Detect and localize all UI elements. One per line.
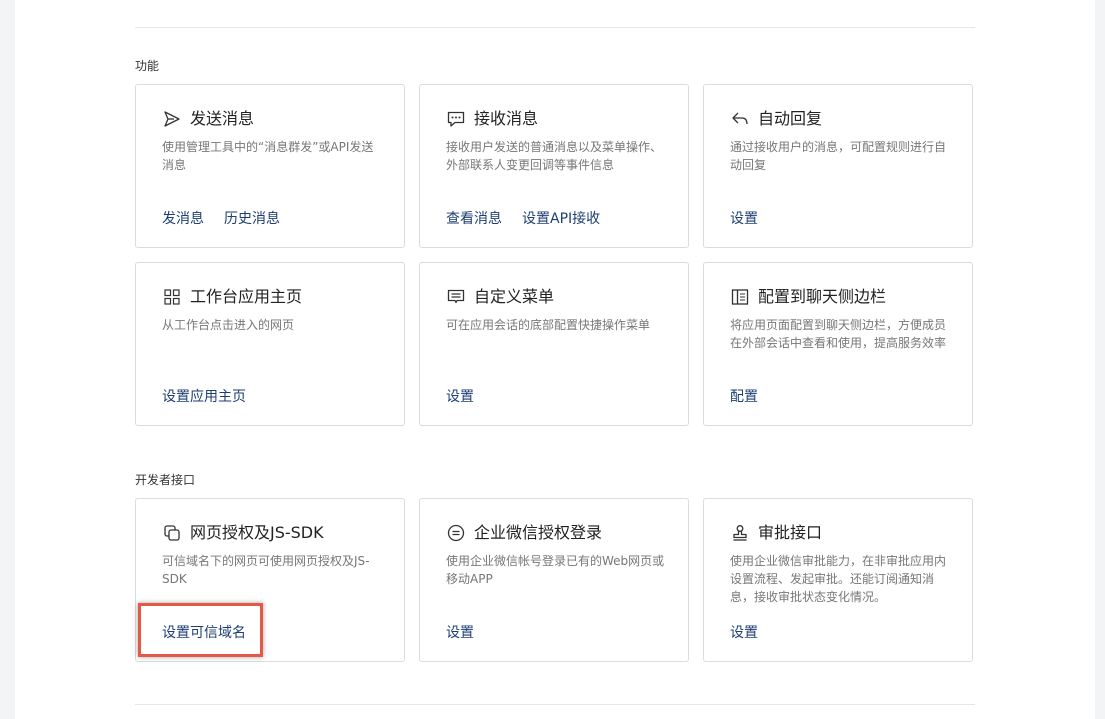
chat-bubble-icon (446, 109, 466, 129)
view-messages-link[interactable]: 查看消息 (446, 210, 502, 228)
card-wecom-oauth-login: 企业微信授权登录 使用企业微信帐号登录已有的Web网页或移动APP 设置 (419, 498, 689, 662)
divider-bottom (135, 704, 975, 705)
card-header: 发送消息 (162, 109, 254, 129)
card-auto-reply: 自动回复 通过接收用户的消息，可配置规则进行自动回复 设置 (703, 84, 973, 248)
card-custom-menu: 自定义菜单 可在应用会话的底部配置快捷操作菜单 设置 (419, 262, 689, 426)
card-header: 自定义菜单 (446, 287, 554, 307)
card-actions: 设置 (730, 210, 758, 228)
custom-menu-settings-link[interactable]: 设置 (446, 388, 474, 406)
card-actions: 发消息 历史消息 (162, 210, 280, 228)
card-description: 使用企业微信帐号登录已有的Web网页或移动APP (446, 554, 665, 586)
sidebar-icon (730, 287, 750, 307)
card-actions: 配置 (730, 388, 758, 406)
card-description: 接收用户发送的普通消息以及菜单操作、外部联系人变更回调等事件信息 (446, 140, 663, 172)
card-title: 工作台应用主页 (190, 287, 303, 306)
card-header: 配置到聊天侧边栏 (730, 287, 886, 307)
card-header: 接收消息 (446, 109, 538, 129)
section-title-developer: 开发者接口 (135, 473, 196, 487)
highlight-box (138, 603, 263, 657)
card-chat-sidebar: 配置到聊天侧边栏 将应用页面配置到聊天侧边栏，方便成员在外部会话中查看和使用，提… (703, 262, 973, 426)
card-header: 自动回复 (730, 109, 822, 129)
card-description: 使用企业微信审批能力，在非审批应用内设置流程、发起审批。还能订阅通知消息，接收审… (730, 554, 947, 604)
set-app-homepage-link[interactable]: 设置应用主页 (162, 388, 246, 406)
approval-api-settings-link[interactable]: 设置 (730, 624, 758, 642)
card-description: 可信域名下的网页可使用网页授权及JS-SDK (162, 554, 370, 586)
card-title: 网页授权及JS-SDK (190, 523, 324, 542)
auto-reply-settings-link[interactable]: 设置 (730, 210, 758, 228)
card-header: 工作台应用主页 (162, 287, 302, 307)
card-description: 从工作台点击进入的网页 (162, 318, 295, 332)
send-message-link[interactable]: 发消息 (162, 210, 204, 228)
card-title: 配置到聊天侧边栏 (758, 287, 887, 306)
card-title: 企业微信授权登录 (474, 523, 603, 542)
equals-circle-icon (446, 523, 466, 543)
card-actions: 设置 (730, 624, 758, 642)
card-approval-api: 审批接口 使用企业微信审批能力，在非审批应用内设置流程、发起审批。还能订阅通知消… (703, 498, 973, 662)
message-history-link[interactable]: 历史消息 (224, 210, 280, 228)
card-description: 通过接收用户的消息，可配置规则进行自动回复 (730, 140, 947, 172)
oauth-login-settings-link[interactable]: 设置 (446, 624, 474, 642)
card-actions: 查看消息 设置API接收 (446, 210, 600, 228)
card-actions: 设置 (446, 388, 474, 406)
card-title: 接收消息 (474, 109, 539, 128)
configure-sidebar-link[interactable]: 配置 (730, 388, 758, 406)
card-title: 发送消息 (190, 109, 255, 128)
card-header: 企业微信授权登录 (446, 523, 602, 543)
card-send-message: 发送消息 使用管理工具中的“消息群发”或API发送消息 发消息 历史消息 (135, 84, 405, 248)
grid-icon (162, 287, 182, 307)
card-title: 自定义菜单 (474, 287, 555, 306)
card-description: 可在应用会话的底部配置快捷操作菜单 (446, 318, 651, 332)
card-workbench-homepage: 工作台应用主页 从工作台点击进入的网页 设置应用主页 (135, 262, 405, 426)
set-api-receive-link[interactable]: 设置API接收 (522, 210, 600, 228)
card-actions: 设置 (446, 624, 474, 642)
card-receive-message: 接收消息 接收用户发送的普通消息以及菜单操作、外部联系人变更回调等事件信息 查看… (419, 84, 689, 248)
menu-icon (446, 287, 466, 307)
card-header: 审批接口 (730, 523, 822, 543)
copy-pages-icon (162, 523, 182, 543)
send-icon (162, 109, 182, 129)
section-title-features: 功能 (135, 59, 160, 73)
divider-top (135, 27, 975, 28)
card-description: 将应用页面配置到聊天侧边栏，方便成员在外部会话中查看和使用，提高服务效率 (730, 318, 947, 350)
reply-arrow-icon (730, 109, 750, 129)
stamp-icon (730, 523, 750, 543)
card-title: 自动回复 (758, 109, 823, 128)
card-description: 使用管理工具中的“消息群发”或API发送消息 (162, 140, 374, 172)
card-header: 网页授权及JS-SDK (162, 523, 324, 543)
card-title: 审批接口 (758, 523, 823, 542)
card-actions: 设置应用主页 (162, 388, 246, 406)
